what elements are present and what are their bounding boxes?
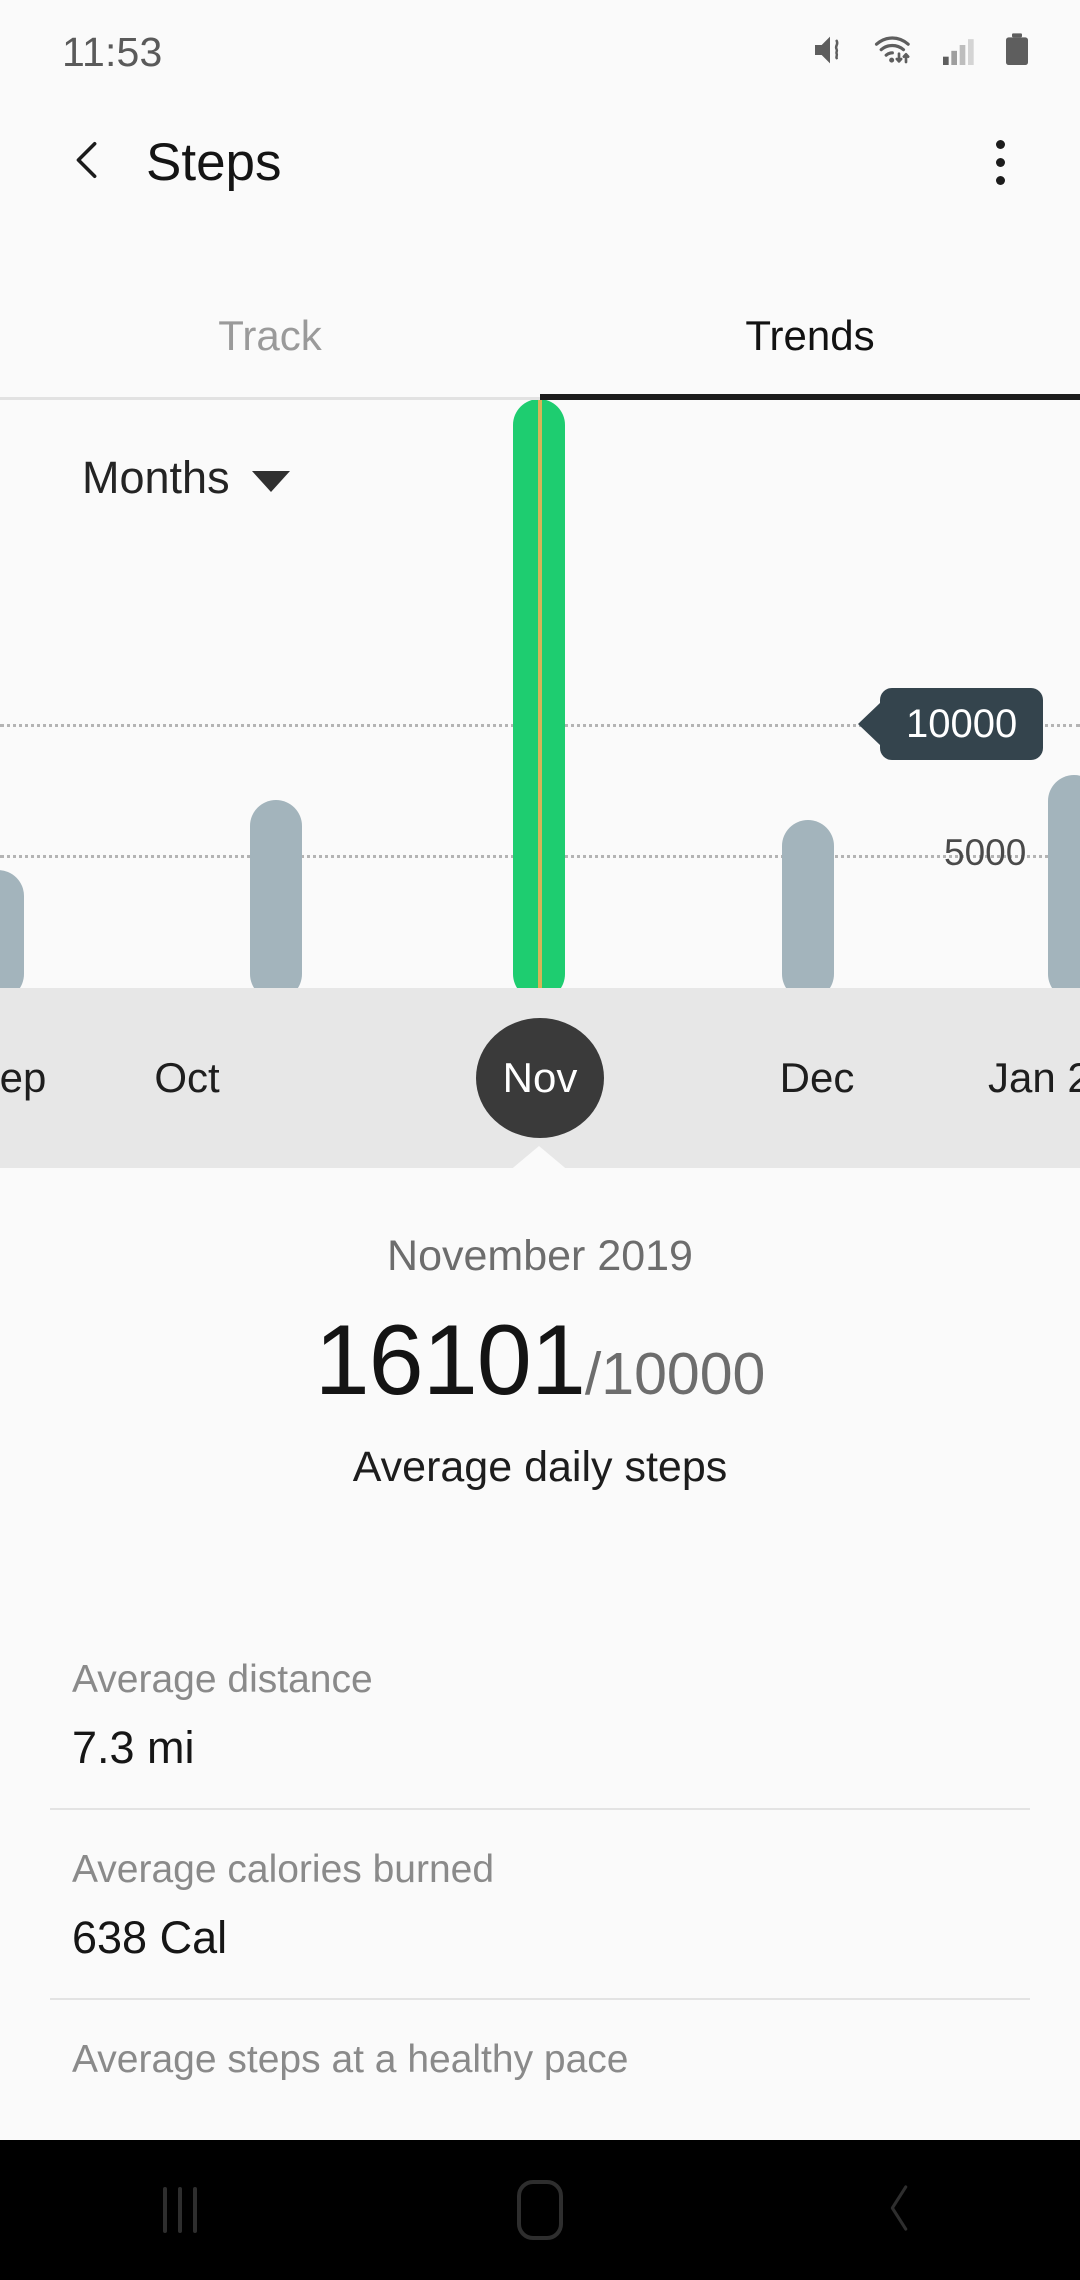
chevron-left-icon: [63, 135, 113, 190]
battery-icon: [1000, 30, 1034, 75]
system-navigation-bar: [0, 2140, 1080, 2280]
chart-selector-line: [538, 400, 542, 988]
tab-bar: Track Trends: [0, 272, 1080, 400]
tab-track-label: Track: [218, 312, 322, 359]
stat-label: Average calories burned: [72, 1848, 495, 1891]
month-item-oct[interactable]: Oct: [122, 988, 252, 1168]
more-vertical-icon-dot: [995, 157, 1005, 167]
steps-bar-chart[interactable]: 5000 10000: [0, 400, 1080, 988]
summary-steps-goal: /10000: [584, 1341, 766, 1407]
stats-list: Average distance 7.3 mi Average calories…: [0, 1630, 1080, 2150]
goal-badge: 10000: [880, 688, 1044, 760]
back-nav-button[interactable]: [830, 2140, 970, 2280]
more-vertical-icon-dot: [995, 175, 1005, 185]
chart-bar-oct[interactable]: [250, 800, 302, 988]
month-item-nov[interactable]: Nov: [476, 988, 604, 1168]
summary-values: 16101 /10000: [315, 1303, 766, 1417]
stat-row-healthy-pace: Average steps at a healthy pace: [0, 2000, 1080, 2150]
status-bar-clock: 11:53: [62, 28, 163, 75]
tab-trends-label: Trends: [745, 312, 875, 359]
chart-bar-dec[interactable]: [782, 820, 834, 988]
summary-steps-value: 16101: [314, 1304, 586, 1415]
cellular-signal-icon: [938, 30, 978, 75]
recents-button[interactable]: [110, 2140, 250, 2280]
month-selection-pointer: [508, 1146, 570, 1172]
app-bar: Steps: [0, 104, 1080, 220]
tab-track[interactable]: Track: [0, 272, 540, 400]
stat-label: Average steps at a healthy pace: [72, 2038, 629, 2081]
back-chevron-icon: [877, 2180, 923, 2241]
stat-row-average-calories: Average calories burned 638 Cal: [0, 1810, 1080, 2000]
summary-caption: Average daily steps: [352, 1443, 728, 1491]
mute-vibrate-icon: [810, 30, 850, 75]
stat-value: 7.3 mi: [72, 1722, 195, 1773]
recents-icon: [163, 2187, 197, 2233]
overflow-menu-button[interactable]: [968, 126, 1032, 198]
status-bar-icons: [810, 30, 1034, 75]
month-strip[interactable]: ep Oct Nov Dec Jan 2: [0, 988, 1080, 1168]
wifi-icon: [872, 30, 916, 75]
home-icon: [517, 2180, 563, 2240]
more-vertical-icon: [995, 139, 1005, 149]
summary-month: November 2019: [387, 1232, 693, 1280]
tab-trends[interactable]: Trends: [540, 272, 1080, 400]
month-item-dec[interactable]: Dec: [752, 988, 882, 1168]
stat-row-average-distance: Average distance 7.3 mi: [0, 1630, 1080, 1810]
back-button[interactable]: [56, 130, 120, 194]
month-item-jan[interactable]: Jan 2: [988, 988, 1080, 1168]
axis-tick-5000: 5000: [944, 832, 1027, 873]
month-item-sep[interactable]: ep: [0, 988, 88, 1168]
page-title: Steps: [146, 132, 282, 192]
summary-panel: November 2019 16101 /10000 Average daily…: [0, 1200, 1080, 1492]
chart-bar-jan[interactable]: [1048, 775, 1080, 988]
stat-label: Average distance: [72, 1658, 373, 1701]
home-button[interactable]: [470, 2140, 610, 2280]
chart-bar-sep[interactable]: [0, 870, 24, 988]
stat-value: 638 Cal: [72, 1912, 228, 1963]
status-bar: 11:53: [0, 0, 1080, 104]
